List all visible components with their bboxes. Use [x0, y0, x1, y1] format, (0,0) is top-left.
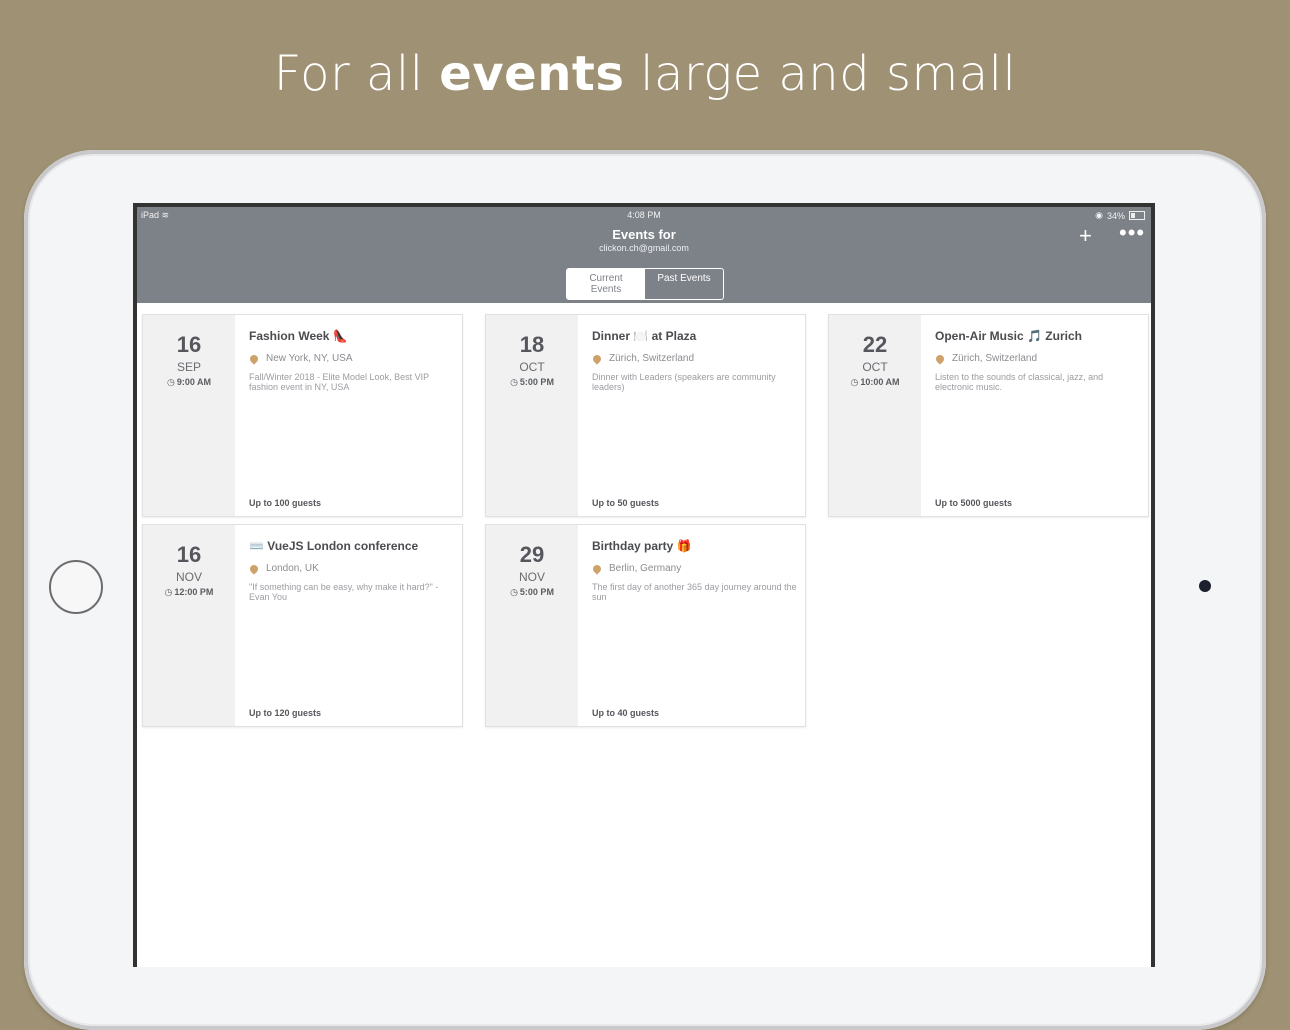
event-date: 22 OCT ◷ 10:00 AM	[829, 315, 921, 516]
headline-bold: events	[439, 46, 625, 102]
more-options-button[interactable]: •••	[1119, 222, 1145, 244]
event-guests: Up to 5000 guests	[935, 498, 1013, 508]
event-info: Dinner 🍽️ at Plaza Zürich, Switzerland D…	[591, 329, 795, 516]
event-month: SEP	[176, 360, 201, 374]
nav-bar: iPad ≋ 4:08 PM ◉ 34% Events for clickon.…	[137, 207, 1151, 303]
event-info: Open-Air Music 🎵 Zurich Zürich, Switzerl…	[934, 329, 1138, 516]
event-time: ◷ 12:00 PM	[164, 587, 214, 597]
event-card[interactable]: 29 NOV ◷ 5:00 PM Birthday party 🎁 Berlin,…	[485, 524, 806, 727]
event-card[interactable]: 16 SEP ◷ 9:00 AM Fashion Week 👠 New York,…	[142, 314, 463, 517]
tab-past-events[interactable]: Past Events	[645, 269, 723, 299]
event-location: London, UK	[248, 562, 452, 575]
event-time: ◷ 5:00 PM	[510, 587, 554, 597]
event-description: Dinner with Leaders (speakers are commun…	[592, 372, 776, 392]
headline: For all events large and small	[0, 46, 1290, 102]
nav-subtitle: clickon.ch@gmail.com	[599, 243, 689, 253]
event-location: Zürich, Switzerland	[934, 352, 1138, 365]
headline-suffix: large and small	[624, 46, 1017, 102]
event-title: Birthday party 🎁	[592, 539, 692, 553]
event-month: OCT	[862, 360, 888, 374]
event-description: The first day of another 365 day journey…	[592, 582, 797, 602]
event-location: New York, NY, USA	[248, 352, 452, 365]
event-location: Berlin, Germany	[591, 562, 795, 575]
event-day: 16	[176, 332, 202, 357]
event-title: Open-Air Music 🎵 Zurich	[935, 329, 1082, 343]
event-month: NOV	[175, 570, 202, 584]
event-info: Fashion Week 👠 New York, NY, USA Fall/Wi…	[248, 329, 452, 516]
status-time: 4:08 PM	[627, 210, 661, 220]
event-info: Birthday party 🎁 Berlin, Germany The fir…	[591, 539, 797, 726]
event-guests: Up to 120 guests	[249, 708, 322, 718]
add-event-button[interactable]: +	[1079, 225, 1092, 247]
event-description: Listen to the sounds of classical, jazz,…	[935, 372, 1104, 392]
clock-icon: ◷	[850, 377, 859, 387]
event-title: Fashion Week 👠	[249, 329, 348, 343]
battery-icon	[1129, 211, 1145, 220]
event-title: ⌨️ VueJS London conference	[249, 539, 419, 553]
home-button[interactable]	[49, 560, 103, 614]
battery-percent: 34%	[1106, 210, 1125, 221]
event-day: 16	[176, 542, 202, 567]
event-card[interactable]: 22 OCT ◷ 10:00 AM Open-Air Music 🎵 Zurich…	[828, 314, 1149, 517]
event-date: 29 NOV ◷ 5:00 PM	[486, 525, 578, 726]
event-time: ◷ 5:00 PM	[510, 377, 554, 387]
event-month: OCT	[519, 360, 545, 374]
event-day: 29	[519, 542, 545, 567]
event-month: NOV	[518, 570, 545, 584]
event-title: Dinner 🍽️ at Plaza	[592, 329, 697, 343]
event-location: Zürich, Switzerland	[591, 352, 795, 365]
location-pin-icon	[934, 352, 946, 365]
event-guests: Up to 40 guests	[592, 708, 660, 718]
location-pin-icon	[591, 352, 603, 365]
event-day: 22	[862, 332, 888, 357]
clock-icon: ◷	[166, 377, 175, 387]
clock-icon: ◷	[510, 377, 518, 387]
rotation-lock-icon: ◉	[1095, 210, 1103, 220]
event-time: ◷ 10:00 AM	[850, 377, 900, 387]
app-screen: iPad ≋ 4:08 PM ◉ 34% Events for clickon.…	[133, 203, 1155, 967]
events-segmented-control: Current Events Past Events	[566, 268, 724, 300]
clock-icon: ◷	[164, 587, 173, 597]
event-description: Fall/Winter 2018 - Elite Model Look, Bes…	[249, 372, 429, 392]
nav-title: Events for	[612, 227, 676, 242]
clock-icon: ◷	[510, 587, 518, 597]
event-card[interactable]: 18 OCT ◷ 5:00 PM Dinner 🍽️ at Plaza Züric…	[485, 314, 806, 517]
tab-current-events[interactable]: Current Events	[567, 269, 645, 299]
event-day: 18	[519, 332, 545, 357]
location-pin-icon	[248, 562, 260, 575]
event-info: ⌨️ VueJS London conference London, UK "I…	[248, 539, 452, 726]
event-guests: Up to 50 guests	[592, 498, 660, 508]
event-card[interactable]: 16 NOV ◷ 12:00 PM ⌨️ VueJS London confere…	[142, 524, 463, 727]
event-date: 18 OCT ◷ 5:00 PM	[486, 315, 578, 516]
event-date: 16 NOV ◷ 12:00 PM	[143, 525, 235, 726]
event-date: 16 SEP ◷ 9:00 AM	[143, 315, 235, 516]
location-pin-icon	[248, 352, 260, 365]
event-guests: Up to 100 guests	[249, 498, 322, 508]
event-description: "If something can be easy, why make it h…	[249, 582, 439, 602]
camera-icon	[1199, 580, 1211, 592]
headline-prefix: For all	[273, 46, 440, 102]
event-time: ◷ 9:00 AM	[166, 377, 212, 387]
location-pin-icon	[591, 562, 603, 575]
